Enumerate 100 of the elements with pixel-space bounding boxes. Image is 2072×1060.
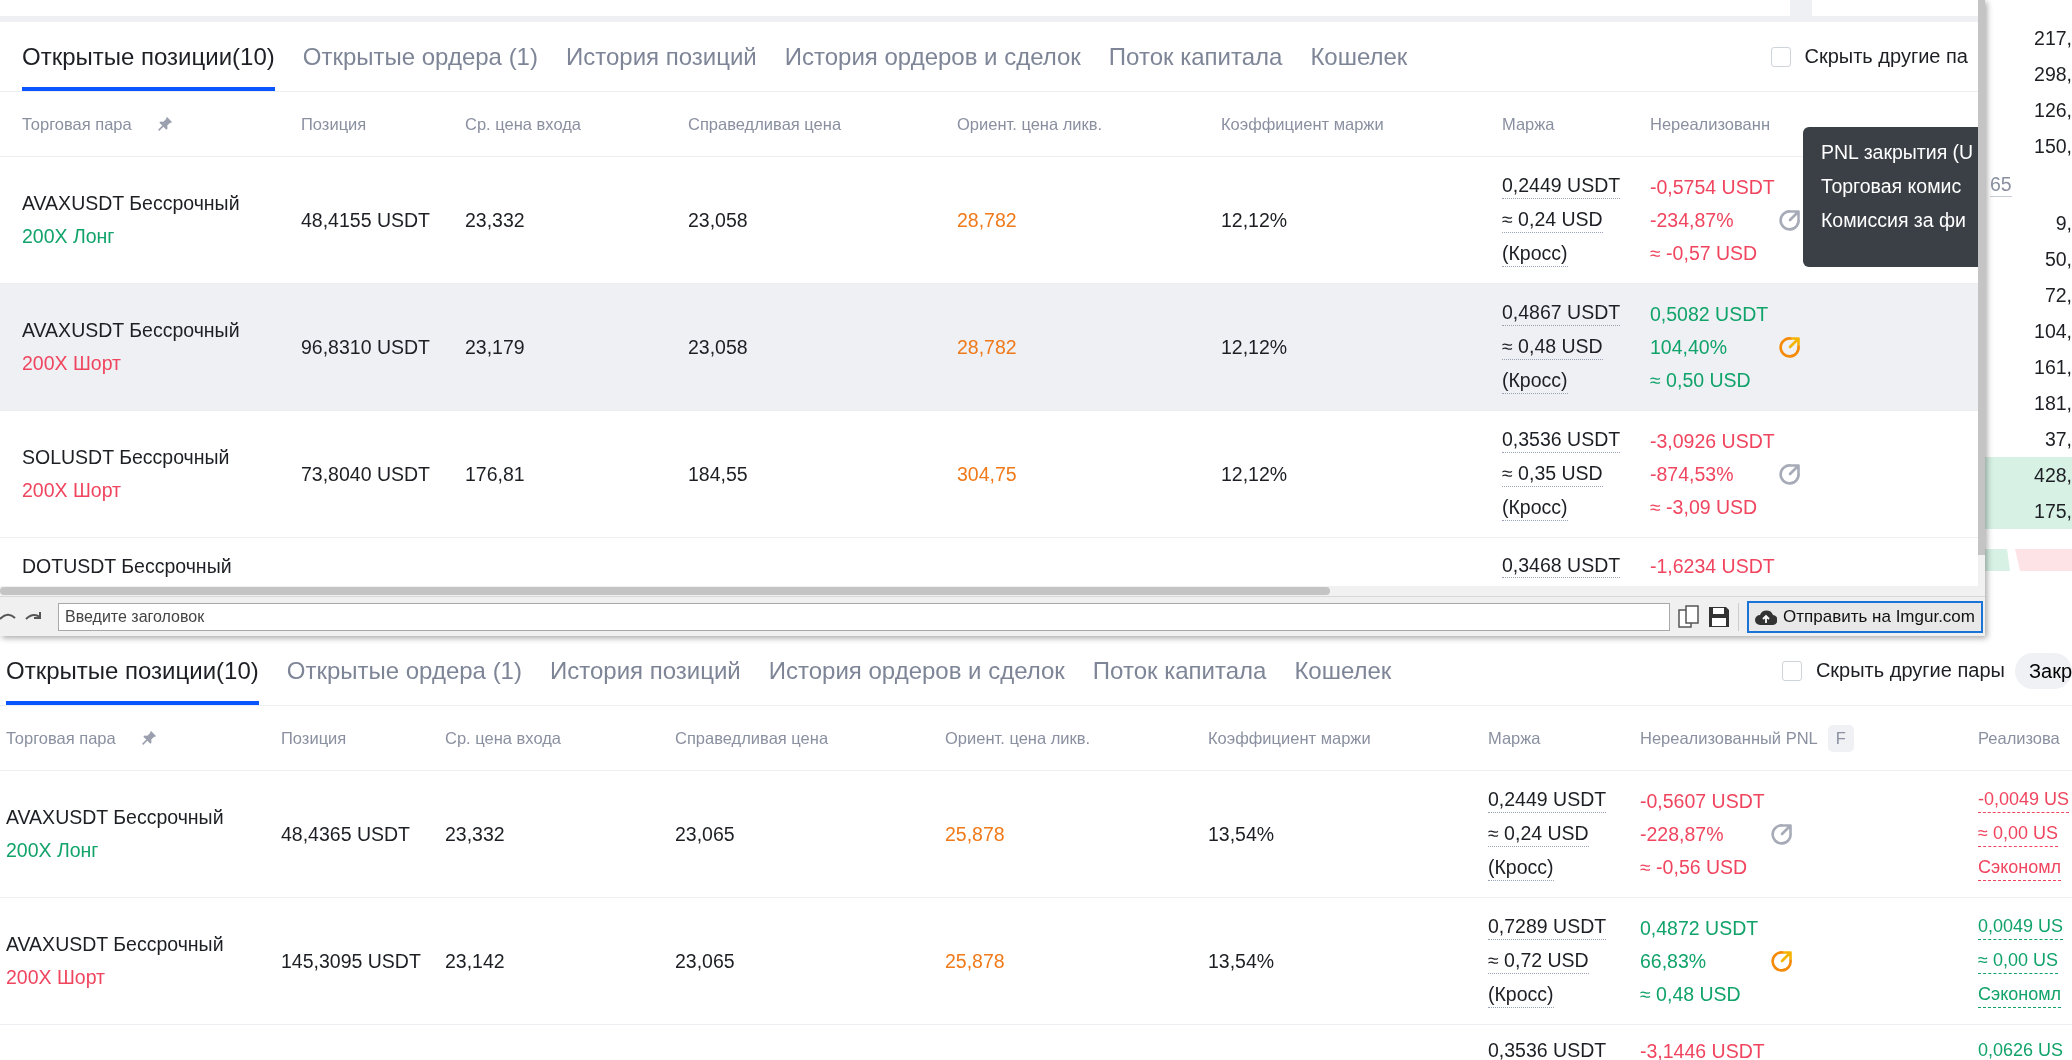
pnl-value: ≈ 0,48 USD <box>1640 981 1741 1007</box>
table-cell-text: 25,878 <box>945 822 1006 846</box>
share-icon[interactable] <box>1770 949 1794 973</box>
column-header: Маржа <box>1502 114 1555 134</box>
order-book-note: 65 <box>1990 172 2012 197</box>
pair-name: SOLUSDT Бессрочный <box>22 445 230 470</box>
table-cell-text: 13,54% <box>1208 822 1276 846</box>
pair-name: DOTUSDT Бессрочный <box>22 554 233 578</box>
share-icon[interactable] <box>1770 822 1794 846</box>
pin-icon[interactable] <box>139 729 158 747</box>
pnl-value: -874,53% <box>1650 461 1734 487</box>
table-cell-text: 48,4155 USDT <box>301 208 431 232</box>
tab[interactable]: История позиций <box>565 22 757 91</box>
vertical-scrollbar[interactable] <box>1978 0 1985 586</box>
tab[interactable]: Кошелек <box>1294 636 1392 705</box>
realized-pnl-value[interactable]: 0,0626 US <box>1978 1038 2064 1060</box>
pnl-value: ≈ 0,50 USD <box>1650 367 1751 393</box>
margin-value: 0,3468 USDT <box>1502 553 1621 578</box>
realized-pnl-value[interactable]: ≈ 0,00 US <box>1978 821 2058 847</box>
share-icon[interactable] <box>1778 335 1802 359</box>
column-header: Маржа <box>1488 728 1541 748</box>
table-cell-text: 184,55 <box>688 462 749 486</box>
pnl-value: -1,6234 USDT <box>1650 554 1776 578</box>
title-input-field[interactable]: Введите заголовок <box>58 602 1671 631</box>
checkbox[interactable] <box>1770 46 1791 67</box>
pnl-value: 66,83% <box>1640 948 1707 974</box>
order-book-price: 298, <box>2033 62 2072 87</box>
margin-value: (Кросс) <box>1502 241 1568 267</box>
order-book-price: 181, <box>2033 391 2072 416</box>
pnl-value: -234,87% <box>1650 207 1734 233</box>
copy-icon[interactable] <box>1678 604 1701 629</box>
column-header: Справедливая цена <box>688 114 842 134</box>
share-icon[interactable] <box>1778 208 1802 232</box>
checkbox-label: Скрыть другие па <box>1804 45 1968 68</box>
close-all-button[interactable]: Закр <box>2014 652 2072 689</box>
order-book-price: 428, <box>1985 457 2072 493</box>
leverage-side: 200X Шорт <box>22 351 122 376</box>
table-cell-text: 23,332 <box>445 822 506 846</box>
table-cell-text: 23,142 <box>445 949 506 973</box>
column-header: Позиция <box>281 728 347 748</box>
tab[interactable]: Поток капитала <box>1108 22 1283 91</box>
column-header: Ср. цена входа <box>445 728 562 748</box>
order-book-price: 72, <box>2043 283 2072 308</box>
table-cell-text: 23,332 <box>465 208 526 232</box>
save-icon[interactable] <box>1708 605 1731 628</box>
leverage-side: 200X Шорт <box>22 478 122 503</box>
tab[interactable]: Открытые позиции(10) <box>22 22 275 91</box>
column-header: Торговая пара <box>22 114 132 134</box>
tab[interactable]: Кошелек <box>1310 22 1408 91</box>
realized-pnl-value[interactable]: Сэкономл <box>1978 855 2062 881</box>
margin-value: 0,2449 USDT <box>1502 173 1621 199</box>
table-cell-text: 12,12% <box>1221 208 1289 232</box>
pair-name: AVAXUSDT Бессрочный <box>6 932 224 957</box>
table-cell-text: 12,12% <box>1221 335 1289 359</box>
pair-name: AVAXUSDT Бессрочный <box>22 191 240 216</box>
upload-button[interactable]: Отправить на Imgur.com <box>1747 600 1983 633</box>
tab[interactable]: История ордеров и сделок <box>784 22 1081 91</box>
leverage-side: 200X Шорт <box>6 965 106 990</box>
tooltip-text: Комиссия за фи <box>1821 209 1967 231</box>
column-header: Ср. цена входа <box>465 114 582 134</box>
column-header: Справедливая цена <box>675 728 829 748</box>
tab[interactable]: Открытые ордера (1) <box>286 636 522 705</box>
margin-value: (Кросс) <box>1502 495 1568 521</box>
tab[interactable]: Открытые позиции(10) <box>6 636 259 705</box>
realized-pnl-value[interactable]: 0,0049 US <box>1978 914 2064 940</box>
pnl-value: -228,87% <box>1640 821 1724 847</box>
margin-value: ≈ 0,48 USD <box>1502 334 1603 360</box>
order-book-price: 37, <box>2043 427 2072 452</box>
pnl-value: -3,0926 USDT <box>1650 428 1775 454</box>
tab[interactable]: История ордеров и сделок <box>768 636 1065 705</box>
margin-value: 0,7289 USDT <box>1488 914 1607 940</box>
tab[interactable]: История позиций <box>549 636 741 705</box>
column-header: Нереализованный PNL <box>1640 728 1818 748</box>
tab[interactable]: Открытые ордера (1) <box>302 22 538 91</box>
table-cell-text: 96,8310 USDT <box>301 335 431 359</box>
margin-value: ≈ 0,24 USD <box>1502 207 1603 233</box>
pnl-value: ≈ -0,57 USD <box>1650 240 1758 266</box>
table-cell-text: 73,8040 USDT <box>301 462 431 486</box>
table-cell-text: 23,058 <box>688 208 749 232</box>
margin-value: ≈ 0,72 USD <box>1488 948 1589 974</box>
order-book-price: 175, <box>1985 493 2072 529</box>
margin-value: 0,2449 USDT <box>1488 787 1607 813</box>
realized-pnl-value[interactable]: Сэкономл <box>1978 982 2062 1008</box>
pin-icon[interactable] <box>155 115 174 133</box>
horizontal-scrollbar[interactable] <box>0 586 1985 596</box>
table-cell-text: 28,782 <box>957 208 1018 232</box>
tab[interactable]: Поток капитала <box>1092 636 1267 705</box>
tooltip-text: PNL закрытия (U <box>1821 141 1975 163</box>
table-cell-text: 48,4365 USDT <box>281 822 411 846</box>
margin-value: 0,3536 USDT <box>1488 1038 1607 1060</box>
table-cell-text: 25,878 <box>945 949 1006 973</box>
share-icon[interactable] <box>1778 462 1802 486</box>
checkbox[interactable] <box>1781 660 1802 681</box>
pnl-value: -3,1446 USDT <box>1640 1039 1766 1060</box>
realized-pnl-value[interactable]: -0,0049 US <box>1978 787 2070 813</box>
filter-badge[interactable]: F <box>1827 724 1854 752</box>
column-header: Ориент. цена ликв. <box>945 728 1091 748</box>
realized-pnl-value[interactable]: ≈ 0,00 US <box>1978 948 2058 974</box>
table-cell-text: 12,12% <box>1221 462 1289 486</box>
pair-name: AVAXUSDT Бессрочный <box>22 318 240 343</box>
